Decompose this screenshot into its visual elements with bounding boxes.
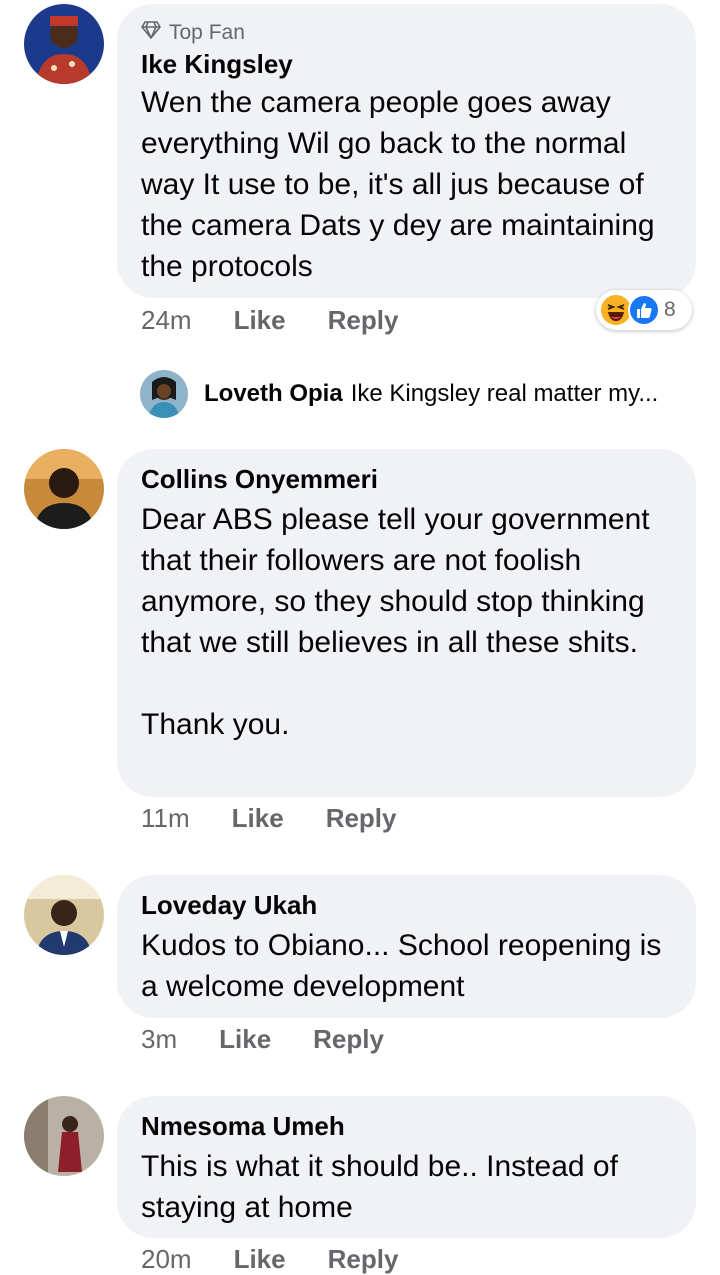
- like-button[interactable]: Like: [234, 305, 286, 336]
- reply-button[interactable]: Reply: [313, 1024, 384, 1055]
- comment-text: Dear ABS please tell your government tha…: [141, 503, 650, 741]
- like-button[interactable]: Like: [232, 803, 284, 834]
- comment-author[interactable]: Ike Kingsley: [141, 48, 672, 80]
- comment-bubble: Top Fan Ike Kingsley Wen the camera peop…: [117, 4, 696, 298]
- comment-text: This is what it should be.. Instead of s…: [141, 1150, 627, 1224]
- avatar[interactable]: [24, 875, 104, 955]
- reply-button[interactable]: Reply: [326, 803, 397, 834]
- comment-actions: 11m Like Reply: [141, 803, 439, 834]
- reply-button[interactable]: Reply: [328, 305, 399, 336]
- reply-author[interactable]: Loveth Opia: [204, 380, 343, 408]
- reply-text: Ike Kingsley real matter my...: [350, 380, 659, 407]
- avatar[interactable]: [24, 1096, 104, 1176]
- like-icon: [628, 294, 660, 326]
- reply-preview[interactable]: Loveth Opia Ike Kingsley real matter my.…: [140, 370, 658, 418]
- comment-author[interactable]: Collins Onyemmeri: [141, 463, 672, 495]
- comment-text: Wen the camera people goes away everythi…: [141, 86, 663, 283]
- like-button[interactable]: Like: [234, 1244, 286, 1275]
- comment-actions: 3m Like Reply: [141, 1024, 426, 1055]
- reaction-count: 8: [664, 298, 676, 321]
- avatar[interactable]: [140, 370, 188, 418]
- comment-author[interactable]: Loveday Ukah: [141, 889, 672, 921]
- comment-actions: 24m Like Reply: [141, 305, 440, 336]
- comment-time[interactable]: 20m: [141, 1244, 192, 1275]
- comment-bubble: Collins Onyemmeri Dear ABS please tell y…: [117, 449, 696, 797]
- comment-time[interactable]: 24m: [141, 305, 192, 336]
- avatar[interactable]: [24, 449, 104, 529]
- avatar[interactable]: [24, 4, 104, 84]
- top-fan-badge: Top Fan: [141, 20, 672, 46]
- reaction-summary[interactable]: 8: [596, 290, 692, 330]
- diamond-icon: [141, 20, 161, 46]
- comment-time[interactable]: 3m: [141, 1024, 177, 1055]
- comment-bubble: Loveday Ukah Kudos to Obiano... School r…: [117, 875, 696, 1018]
- comment-text: Kudos to Obiano... School reopening is a…: [141, 929, 670, 1003]
- comment-actions: 20m Like Reply: [141, 1244, 440, 1275]
- like-button[interactable]: Like: [219, 1024, 271, 1055]
- comment-author[interactable]: Nmesoma Umeh: [141, 1110, 672, 1142]
- comment-time[interactable]: 11m: [141, 803, 190, 834]
- comment-bubble: Nmesoma Umeh This is what it should be..…: [117, 1096, 696, 1238]
- reply-button[interactable]: Reply: [328, 1244, 399, 1275]
